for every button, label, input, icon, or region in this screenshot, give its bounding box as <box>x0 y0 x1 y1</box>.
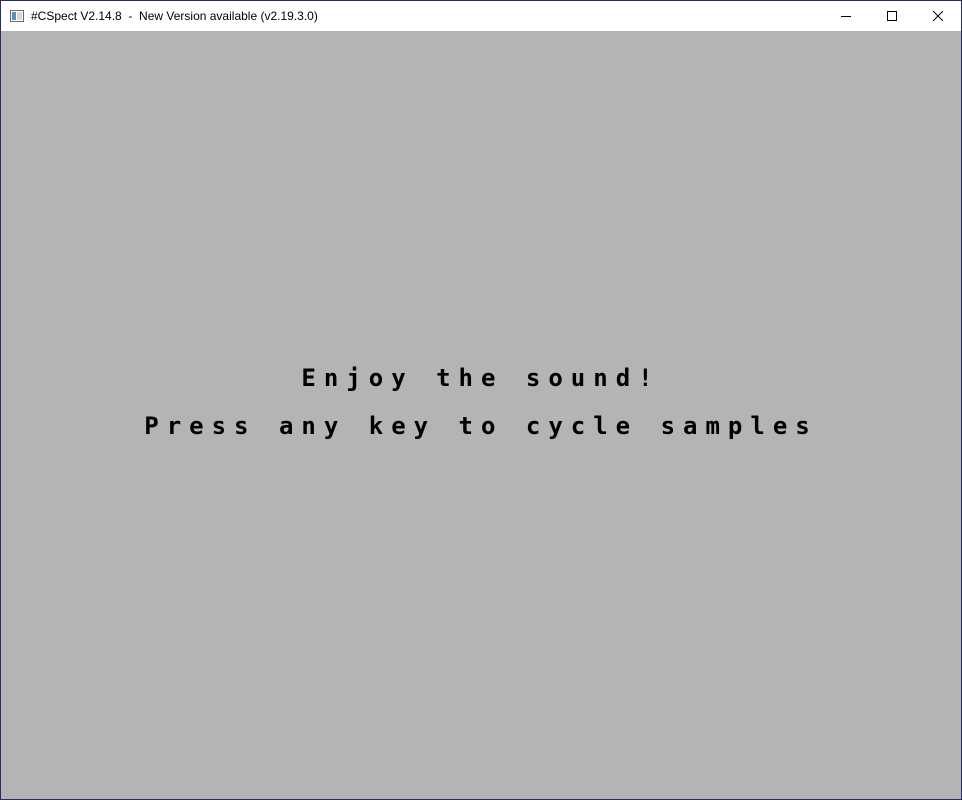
maximize-icon <box>887 11 897 21</box>
screen-text-line-2: Press any key to cycle samples <box>144 412 818 440</box>
title-bar[interactable]: #CSpect V2.14.8 - New Version available … <box>1 1 961 31</box>
screen-text-line-1: Enjoy the sound! <box>301 364 661 392</box>
app-window-icon[interactable] <box>9 8 25 24</box>
app-window: #CSpect V2.14.8 - New Version available … <box>0 0 962 800</box>
window-title: #CSpect V2.14.8 - New Version available … <box>31 9 318 23</box>
caption-buttons <box>823 1 961 31</box>
maximize-button[interactable] <box>869 1 915 31</box>
close-button[interactable] <box>915 1 961 31</box>
minimize-button[interactable] <box>823 1 869 31</box>
emulator-screen[interactable]: Enjoy the sound! Press any key to cycle … <box>1 31 961 799</box>
close-icon <box>933 11 943 21</box>
minimize-icon <box>841 16 851 17</box>
